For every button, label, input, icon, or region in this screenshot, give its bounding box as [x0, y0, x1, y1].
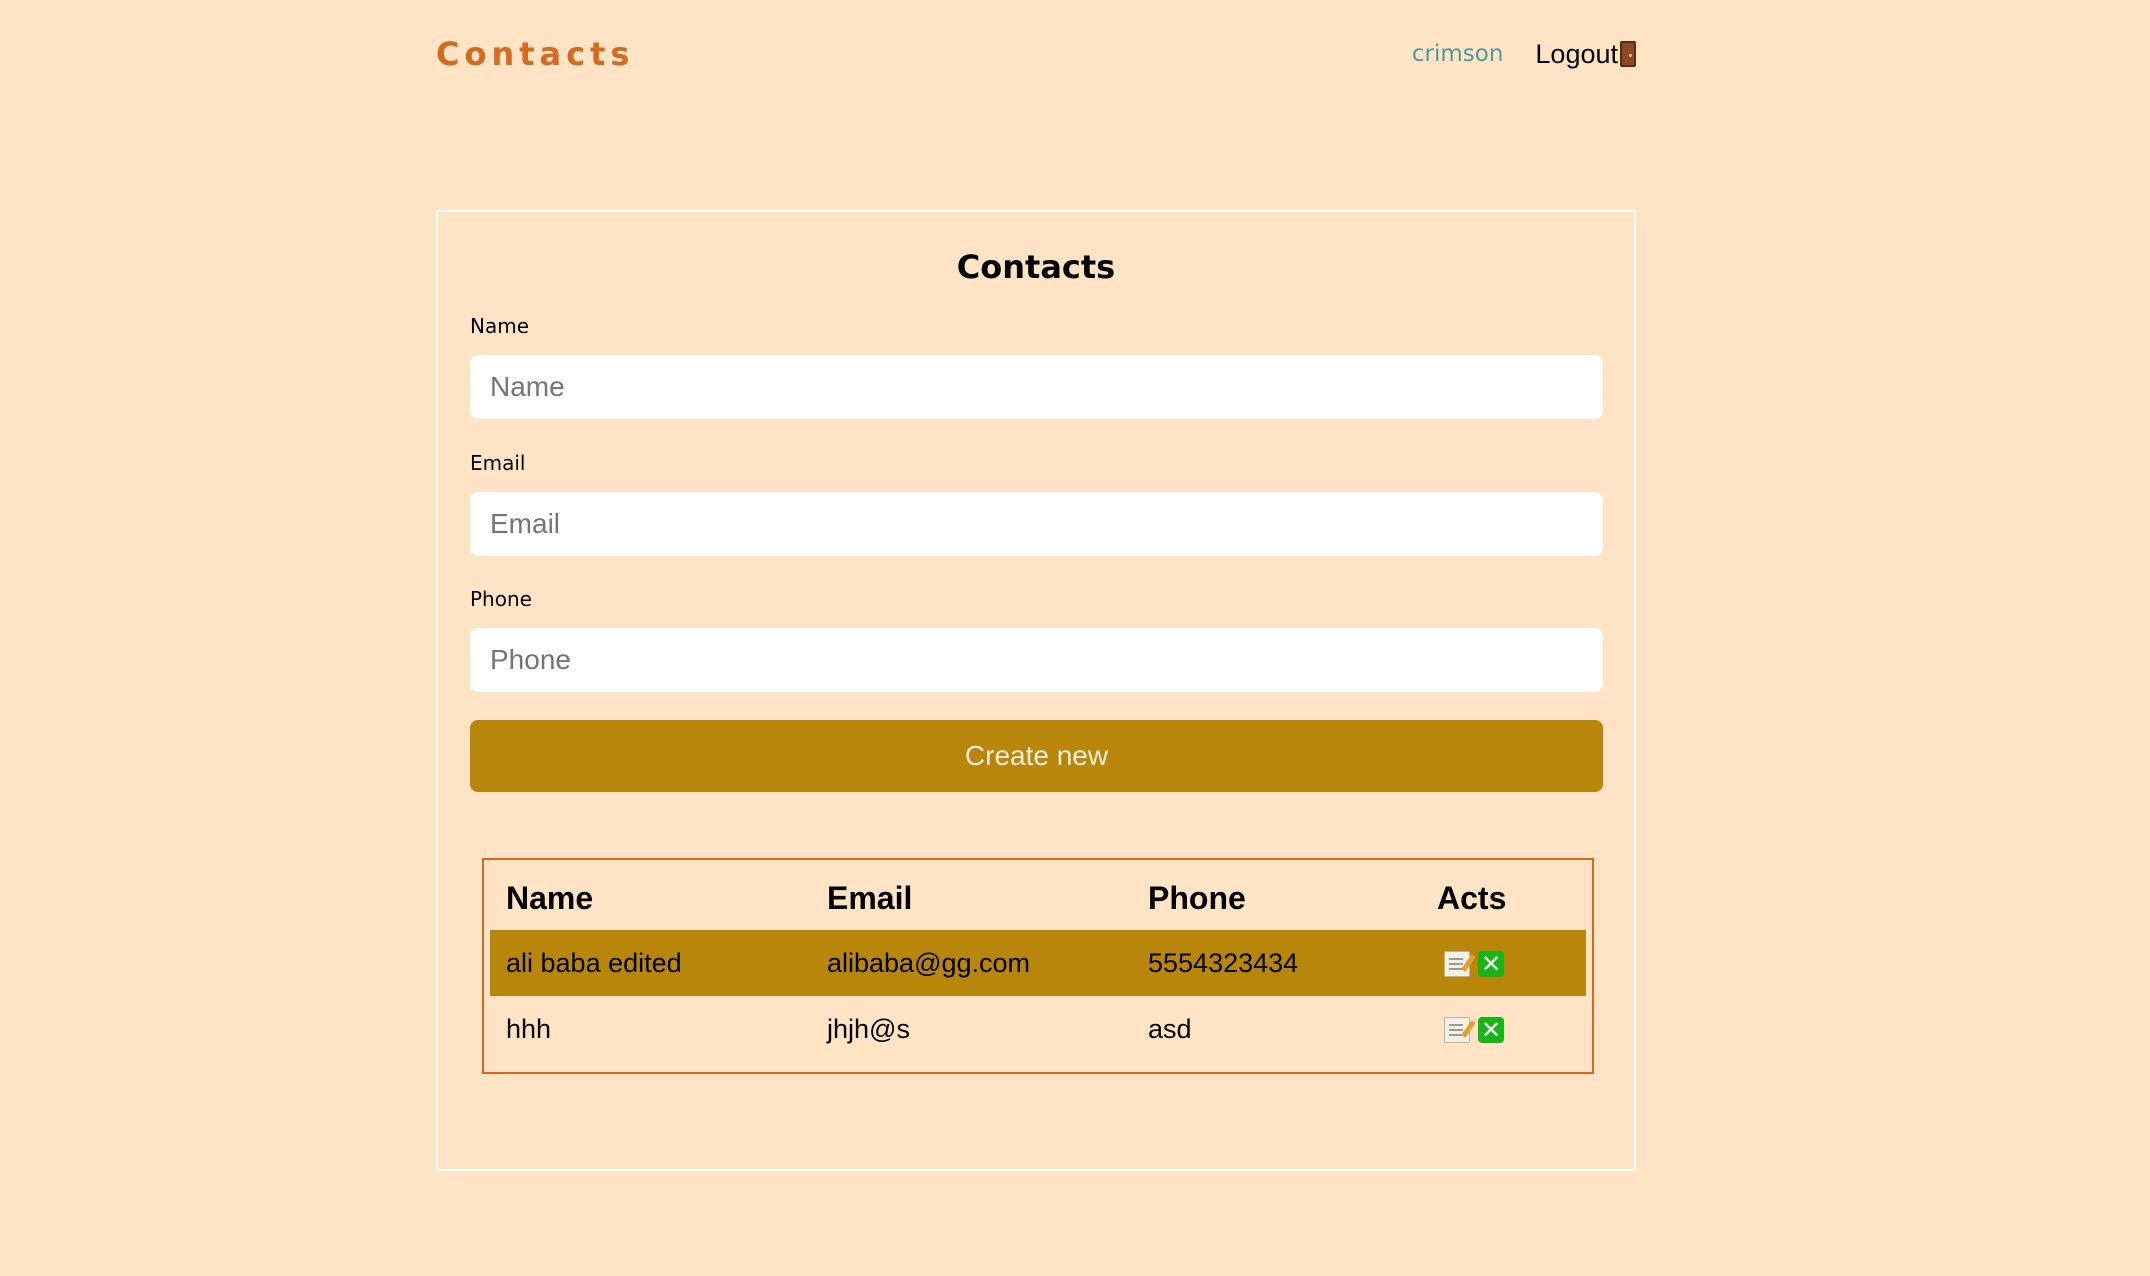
contacts-table: Name Email Phone Acts ali baba edited al… [490, 866, 1586, 1062]
email-input[interactable] [470, 492, 1603, 556]
logout-button[interactable]: Logout [1535, 39, 1636, 70]
cell-email: alibaba@gg.com [811, 930, 1132, 996]
cell-phone: asd [1148, 1013, 1192, 1044]
header-acts: Acts [1437, 879, 1507, 916]
email-label: Email [470, 451, 526, 475]
delete-icon[interactable]: ✕ [1478, 951, 1504, 978]
door-icon [1620, 41, 1636, 67]
cell-name: ali baba edited [490, 930, 811, 996]
create-new-button[interactable]: Create new [470, 720, 1603, 792]
card-title: Contacts [956, 248, 1116, 286]
name-input[interactable] [470, 355, 1603, 419]
top-header: Contacts crimson Logout [436, 0, 1636, 108]
phone-label: Phone [470, 587, 532, 611]
brand-title: Contacts [436, 35, 635, 73]
contacts-card: Contacts Name Email Phone Create new Nam… [436, 210, 1636, 1171]
edit-icon[interactable] [1444, 951, 1470, 978]
table-header-row: Name Email Phone Acts [490, 866, 1586, 930]
table-row[interactable]: ali baba edited alibaba@gg.com 555432343… [490, 930, 1586, 996]
header-phone: Phone [1148, 879, 1246, 916]
username-link[interactable]: crimson [1412, 41, 1504, 67]
table-row[interactable]: hhh jhjh@s asd ✕ [490, 996, 1586, 1062]
cell-phone: 5554323434 [1132, 930, 1421, 996]
cell-acts: ✕ [1421, 930, 1586, 996]
cell-acts: ✕ [1421, 996, 1586, 1062]
phone-input[interactable] [470, 628, 1603, 692]
cell-name: hhh [506, 1013, 552, 1044]
delete-icon[interactable]: ✕ [1478, 1017, 1504, 1044]
user-menu: crimson Logout [1412, 39, 1636, 70]
cell-email: jhjh@s [827, 1013, 910, 1044]
logout-label: Logout [1535, 38, 1618, 69]
header-name: Name [506, 879, 594, 916]
name-label: Name [470, 314, 530, 338]
header-email: Email [827, 879, 913, 916]
edit-icon[interactable] [1444, 1017, 1470, 1044]
contacts-table-container: Name Email Phone Acts ali baba edited al… [482, 858, 1594, 1074]
